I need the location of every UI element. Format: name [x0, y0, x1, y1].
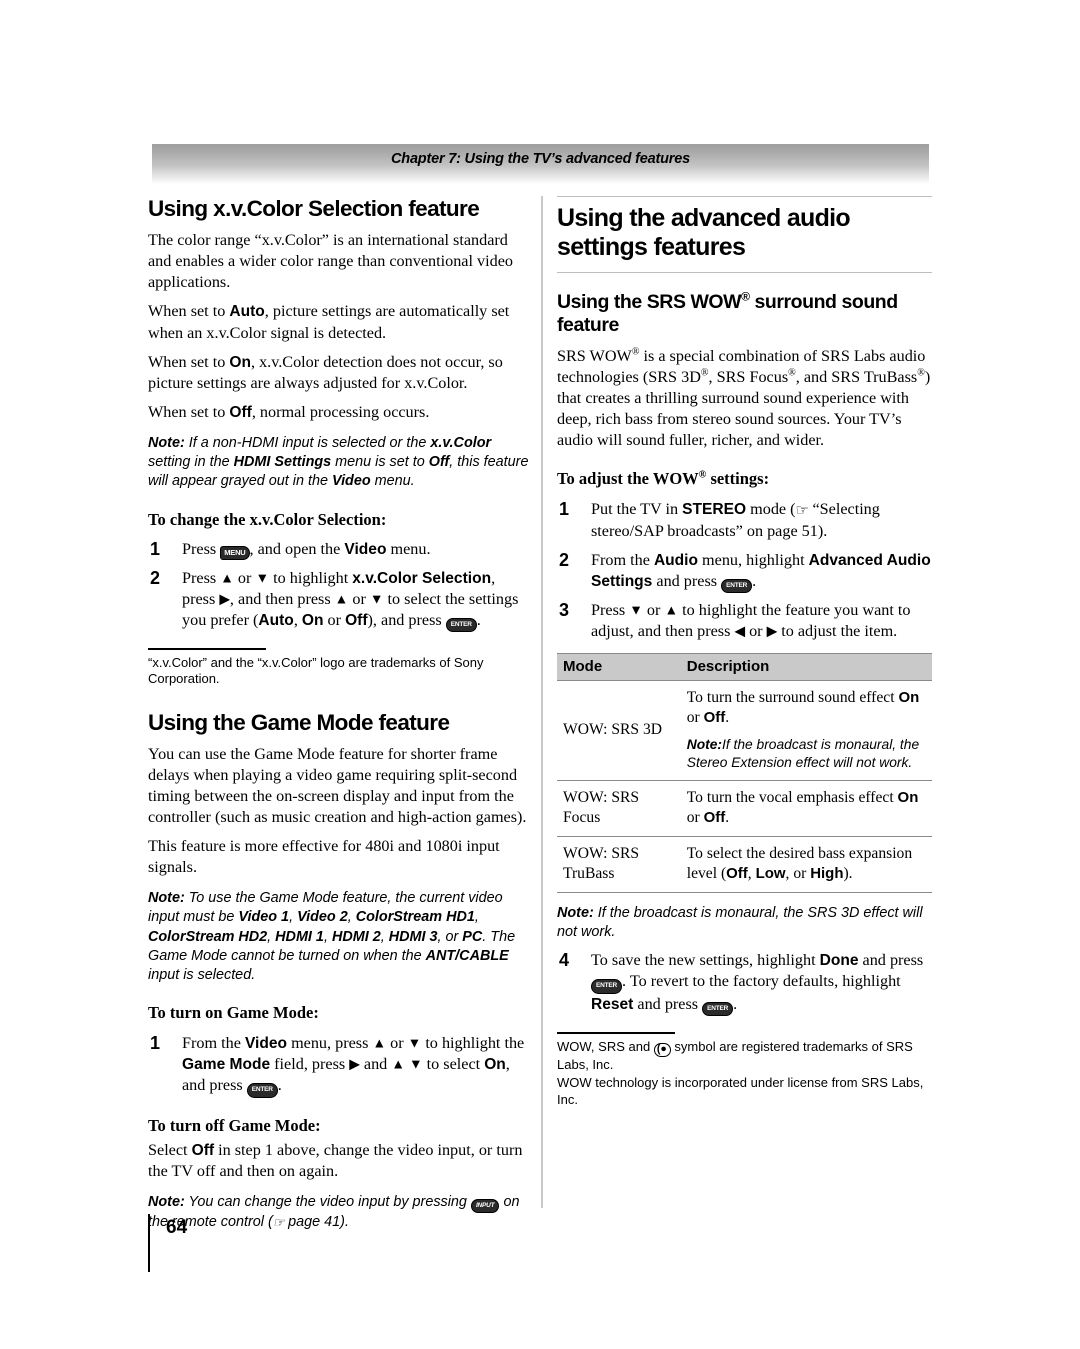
- arrow-up-icon: ▲: [372, 1035, 387, 1051]
- arrow-down-icon: ▼: [629, 602, 643, 618]
- table-header-mode: Mode: [557, 653, 681, 682]
- arrow-down-icon: ▼: [255, 570, 270, 586]
- step-item: 1 From the Video menu, press ▲ or ▼ to h…: [148, 1033, 530, 1098]
- arrow-right-icon: ▶: [219, 591, 230, 607]
- table-cell-description: To turn the surround sound effect On or …: [680, 680, 932, 782]
- footnote-rule: [557, 1032, 675, 1035]
- step-number: 3: [559, 600, 570, 621]
- step-item: 3 Press ▼ or ▲ to highlight the feature …: [559, 600, 911, 641]
- arrow-up-icon: ▲: [664, 602, 679, 618]
- xvcolor-note: Note: If a non-HDMI input is selected or…: [148, 435, 529, 490]
- step-item: 2 Press ▲ or ▼ to highlight x.v.Color Se…: [148, 568, 530, 633]
- description-note: Note:If the broadcast is monaural, the S…: [686, 737, 920, 771]
- srs-wow-paragraph: SRS WOW® is a special combination of SRS…: [557, 346, 931, 450]
- xvcolor-paragraph-3: When set to On, x.v.Color detection does…: [148, 352, 503, 392]
- steps-wow: 1 Put the TV in STEREO mode (☞ “Selectin…: [557, 499, 932, 642]
- table-header-row: Mode Description: [557, 653, 932, 682]
- arrow-left-icon: ◀: [734, 623, 746, 639]
- enter-key-icon: ENTER: [702, 1001, 734, 1017]
- left-column: Using x.v.Color Selection feature The co…: [148, 196, 530, 1240]
- steps-wow-save: 4 To save the new settings, highlight Do…: [557, 950, 932, 1017]
- step-item: 1 Put the TV in STEREO mode (☞ “Selectin…: [559, 499, 880, 541]
- pointing-hand-icon: ☞: [272, 1215, 285, 1231]
- enter-key-icon: ENTER: [445, 617, 477, 633]
- main-heading-advanced-audio: Using the advanced audio settings featur…: [557, 196, 932, 273]
- table-cell-mode: WOW: SRS 3D: [557, 680, 681, 782]
- enter-key-icon: ENTER: [246, 1083, 278, 1098]
- chapter-header-bar: Chapter 7: Using the TV’s advanced featu…: [152, 144, 929, 184]
- procedure-title-gamemode-off: To turn off Game Mode:: [148, 1115, 321, 1135]
- procedure-title-xvcolor: To change the x.v.Color Selection:: [148, 509, 387, 529]
- menu-key-icon: MENU: [220, 545, 250, 561]
- column-divider: [541, 196, 543, 1208]
- steps-xvcolor: 1 Press MENU, and open the Video menu. 2…: [148, 539, 530, 633]
- page-number: 64: [166, 1217, 188, 1238]
- arrow-up-icon: ▲: [391, 1056, 405, 1072]
- table-cell-mode: WOW: SRS TruBass: [557, 836, 681, 893]
- arrow-right-icon: ▶: [766, 623, 778, 639]
- arrow-down-icon: ▼: [408, 1056, 423, 1072]
- table-cell-description: To select the desired bass expansion lev…: [680, 836, 932, 893]
- table-header-description: Description: [680, 653, 932, 682]
- enter-key-icon: ENTER: [721, 578, 753, 594]
- step-item: 1 Press MENU, and open the Video menu.: [148, 539, 530, 561]
- steps-gamemode-on: 1 From the Video menu, press ▲ or ▼ to h…: [148, 1033, 530, 1098]
- footnote-rule: [148, 648, 266, 650]
- step-number: 1: [559, 499, 570, 520]
- gamemode-paragraph-1: You can use the Game Mode feature for sh…: [148, 744, 527, 827]
- gamemode-off-text: Select Off in step 1 above, change the v…: [148, 1140, 523, 1180]
- arrow-right-icon: ▶: [349, 1056, 360, 1072]
- srs-footnote-2: WOW technology is incorporated under lic…: [557, 1075, 924, 1107]
- step-number: 4: [559, 950, 570, 971]
- arrow-down-icon: ▼: [407, 1035, 422, 1051]
- procedure-title-gamemode-on: To turn on Game Mode:: [148, 1003, 319, 1023]
- wow-modes-table: Mode Description WOW: SRS 3D To turn the…: [557, 653, 932, 893]
- xvcolor-paragraph-4: When set to Off, normal processing occur…: [148, 402, 430, 421]
- description-text: To turn the surround sound effect On or …: [686, 689, 920, 727]
- xvcolor-paragraph-2: When set to Auto, picture settings are a…: [148, 302, 510, 342]
- gamemode-paragraph-2: This feature is more effective for 480i …: [148, 837, 500, 877]
- input-key-icon: INPUT: [470, 1198, 500, 1214]
- table-row: WOW: SRS Focus To turn the vocal emphasi…: [557, 780, 932, 838]
- step-number: 2: [150, 567, 161, 588]
- xvcolor-footnote: “x.v.Color” and the “x.v.Color” logo are…: [148, 654, 484, 687]
- section-heading-srs-wow: Using the SRS WOW® surround sound featur…: [557, 289, 898, 336]
- chapter-header-title: Chapter 7: Using the TV’s advanced featu…: [391, 151, 690, 167]
- table-row: WOW: SRS 3D To turn the surround sound e…: [557, 680, 932, 782]
- step-number: 2: [559, 549, 570, 570]
- gamemode-note: Note: To use the Game Mode feature, the …: [148, 890, 516, 983]
- pointing-hand-icon: ☞: [795, 503, 809, 520]
- srs-symbol-icon: (●: [653, 1043, 671, 1057]
- enter-key-icon: ENTER: [591, 979, 623, 994]
- arrow-up-icon: ▲: [334, 591, 349, 607]
- procedure-title-wow-settings: To adjust the WOW® settings:: [557, 469, 770, 489]
- page-number-rule: [148, 1214, 150, 1272]
- table-cell-mode: WOW: SRS Focus: [557, 780, 681, 838]
- description-text: To select the desired bass expansion lev…: [686, 845, 913, 882]
- wow-table-note: Note: If the broadcast is monaural, the …: [557, 904, 923, 941]
- section-heading-xvcolor: Using x.v.Color Selection feature: [148, 196, 480, 221]
- gamemode-off-note: Note: You can change the video input by …: [148, 1193, 520, 1231]
- section-heading-gamemode: Using the Game Mode feature: [148, 709, 450, 735]
- xvcolor-paragraph-1: The color range “x.v.Color” is an intern…: [148, 231, 513, 292]
- description-text: To turn the vocal emphasis effect On or …: [686, 789, 919, 827]
- srs-footnote-1: WOW, SRS and (● symbol are registered tr…: [557, 1039, 913, 1072]
- step-number: 1: [150, 539, 161, 560]
- arrow-up-icon: ▲: [220, 570, 234, 586]
- step-item: 4 To save the new settings, highlight Do…: [557, 950, 932, 1017]
- arrow-down-icon: ▼: [369, 591, 384, 607]
- table-row: WOW: SRS TruBass To select the desired b…: [557, 836, 932, 893]
- step-number: 1: [150, 1032, 161, 1053]
- right-column: Using the advanced audio settings featur…: [557, 196, 932, 1110]
- table-cell-description: To turn the vocal emphasis effect On or …: [680, 780, 932, 838]
- step-item: 2 From the Audio menu, highlight Advance…: [557, 550, 932, 594]
- manual-page: Chapter 7: Using the TV’s advanced featu…: [0, 0, 1080, 1349]
